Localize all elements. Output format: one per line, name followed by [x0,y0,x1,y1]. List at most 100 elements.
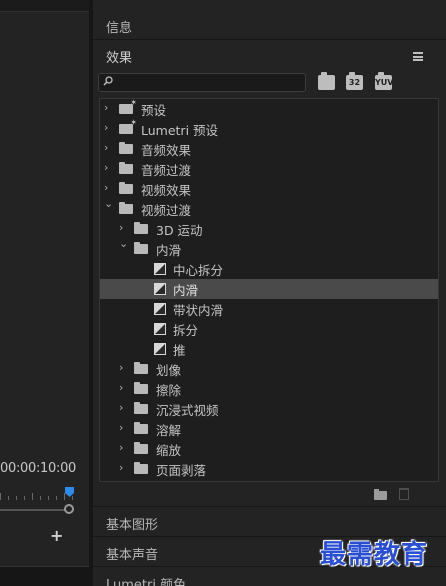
yuv-filter-icon[interactable]: YUV [375,72,393,90]
folder-icon [134,242,148,254]
monitor-tab-bar [0,0,89,12]
folder-icon [134,402,148,414]
watermark-logo: 最需教育 [320,540,429,570]
tree-item-label: 页面剥落 [156,463,207,478]
transition-item[interactable]: 推 [100,339,438,359]
tree-item-label: 中心拆分 [173,263,224,278]
folder-item[interactable]: › 划像 [100,359,438,379]
chevron-right-icon[interactable]: › [119,402,129,414]
trash-icon[interactable] [399,488,409,500]
folder-item[interactable]: › 音频过渡 [100,159,438,179]
folder-item[interactable]: ⌄ 视频过渡 [100,198,438,219]
chevron-right-icon[interactable]: › [119,222,129,234]
search-input[interactable] [117,75,303,90]
tree-item-label: 拆分 [173,323,199,338]
scrub-handle[interactable] [64,504,74,514]
ruler-tick [32,493,33,500]
ruler-tick [64,493,65,500]
transition-icon [154,303,166,315]
ruler-tick [16,496,17,500]
transition-item[interactable]: 拆分 [100,319,438,339]
ruler-tick [72,496,73,500]
folder-item[interactable]: › 擦除 [100,379,438,399]
ruler-tick [56,496,57,500]
tree-item-label: 带状内滑 [173,303,224,318]
chevron-right-icon[interactable]: › [104,182,114,194]
chevron-right-icon[interactable]: › [119,442,129,454]
folder-icon [134,222,148,234]
folder-icon [134,362,148,374]
folder-icon [134,442,148,454]
folder-item[interactable]: › 页面剥落 [100,459,438,479]
transition-icon [154,323,166,335]
folder-icon [119,142,133,154]
info-panel-title: 信息 [106,21,133,36]
chevron-down-icon[interactable]: ⌄ [119,238,129,250]
panel-menu-icon[interactable] [413,52,423,61]
transition-item[interactable]: 中心拆分 [100,259,438,279]
transition-item[interactable]: 内滑 [100,279,438,299]
tree-item-label: 溶解 [156,423,182,438]
folder-item[interactable]: › 溶解 [100,419,438,439]
tree-item-label: Lumetri 预设 [141,123,219,138]
transition-icon [154,283,166,295]
ruler-tick [40,496,41,500]
transition-item[interactable]: 带状内滑 [100,299,438,319]
folder-item[interactable]: › 预设 [100,99,438,119]
effects-panel-title[interactable]: 效果 [106,47,132,66]
essential-graphics-panel-header[interactable]: 基本图形 [93,506,446,536]
ruler-tick [48,496,49,500]
chevron-right-icon[interactable]: › [104,122,114,134]
chevron-right-icon[interactable]: › [119,362,129,374]
folder-item[interactable]: › Lumetri 预设 [100,118,438,139]
tree-item-label: 音频效果 [141,143,192,158]
effects-tree: › 预设 › Lumetri 预设 › 音频效果 › 音频过渡 › 视频效果 ⌄ 视频过渡 › 3D 运动… [99,98,439,482]
folder-item[interactable]: › 缩放 [100,439,438,459]
tree-item-label: 内滑 [156,243,182,258]
lumetri-color-title: Lumetri 颜色 [106,578,187,586]
chevron-right-icon[interactable]: › [119,382,129,394]
folder-icon [119,202,133,214]
new-folder-icon[interactable] [374,489,387,500]
search-icon [103,76,113,86]
add-button-plus-icon[interactable]: + [50,526,63,545]
chevron-down-icon[interactable]: ⌄ [104,198,114,210]
tree-item-label: 划像 [156,363,182,378]
chevron-right-icon[interactable]: › [104,162,114,174]
chevron-right-icon[interactable]: › [104,102,114,114]
timecode-display[interactable]: 00:00:10:00 [0,461,76,476]
32bit-filter-icon[interactable]: 32 [346,72,363,90]
folder-item[interactable]: › 音频效果 [100,139,438,159]
preset-folder-icon [119,118,137,134]
folder-item[interactable]: › 视频效果 [100,179,438,199]
ruler-tick [8,496,9,500]
tree-item-label: 内滑 [173,283,199,298]
folder-icon [134,462,148,474]
scrub-track[interactable] [0,509,66,511]
folder-item[interactable]: › 沉浸式视频 [100,399,438,419]
effects-search-box[interactable] [98,73,306,92]
folder-icon [134,382,148,394]
folder-icon [119,182,133,194]
folder-icon [134,422,148,434]
essential-graphics-title: 基本图形 [106,518,159,533]
folder-item[interactable]: › 3D 运动 [100,219,438,239]
tree-item-label: 视频效果 [141,183,192,198]
chevron-right-icon[interactable]: › [104,142,114,154]
transition-icon [154,343,166,355]
accelerated-effects-filter-icon[interactable] [318,72,335,90]
tree-item-label: 音频过渡 [141,163,192,178]
monitor-bottom-bar [0,566,89,586]
chevron-right-icon[interactable]: › [119,422,129,434]
info-panel-header[interactable]: 信息 [93,10,446,40]
tree-item-label: 预设 [141,103,167,118]
folder-icon [119,162,133,174]
tree-item-label: 擦除 [156,383,182,398]
tree-item-label: 推 [173,343,186,358]
ruler-tick [24,496,25,500]
preset-folder-icon [119,99,137,114]
folder-item[interactable]: ⌄ 内滑 [100,238,438,259]
tree-item-label: 视频过渡 [141,203,192,218]
tree-item-label: 3D 运动 [156,223,203,238]
chevron-right-icon[interactable]: › [119,462,129,474]
